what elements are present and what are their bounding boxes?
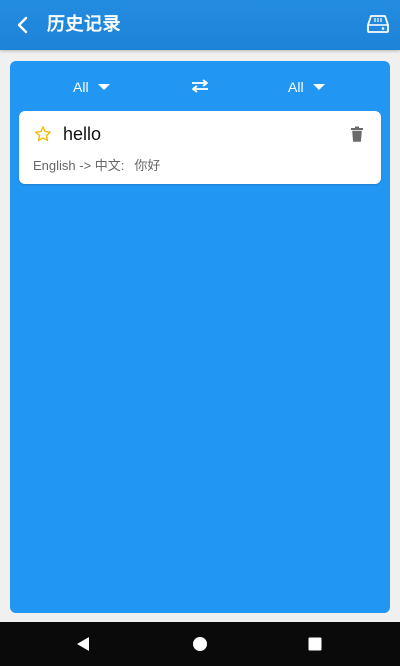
history-item[interactable]: hello English -> 中文: 你好 xyxy=(19,111,381,184)
swap-languages-button[interactable] xyxy=(190,76,210,96)
triangle-back-icon xyxy=(77,637,89,651)
translation-text: 你好 xyxy=(134,158,161,173)
to-language-label: All xyxy=(288,79,304,95)
back-button[interactable] xyxy=(10,12,36,38)
swap-arrows-icon xyxy=(192,79,208,93)
disk-icon xyxy=(367,15,389,33)
translation-direction: English -> 中文: xyxy=(33,158,125,173)
disk-button[interactable] xyxy=(366,12,390,36)
system-nav-bar xyxy=(0,622,400,666)
star-icon[interactable] xyxy=(34,125,52,143)
to-language-select[interactable]: All xyxy=(288,77,325,97)
history-panel: All All hello English -> 中文: 你好 xyxy=(10,61,390,613)
caret-down-icon xyxy=(97,84,110,90)
nav-home-button[interactable] xyxy=(190,634,210,654)
app-bar: 历史记录 xyxy=(0,0,400,50)
chevron-left-icon xyxy=(17,16,28,34)
nav-back-button[interactable] xyxy=(73,634,93,654)
history-word: hello xyxy=(63,124,102,144)
caret-down-icon xyxy=(312,84,325,90)
circle-home-icon xyxy=(193,637,207,651)
nav-recent-button[interactable] xyxy=(305,634,325,654)
history-detail: English -> 中文: 你好 xyxy=(33,157,160,175)
trash-icon[interactable] xyxy=(350,126,364,142)
page-title: 历史记录 xyxy=(47,14,121,35)
from-language-label: All xyxy=(73,79,89,95)
from-language-select[interactable]: All xyxy=(73,77,110,97)
square-recent-icon xyxy=(308,637,322,651)
